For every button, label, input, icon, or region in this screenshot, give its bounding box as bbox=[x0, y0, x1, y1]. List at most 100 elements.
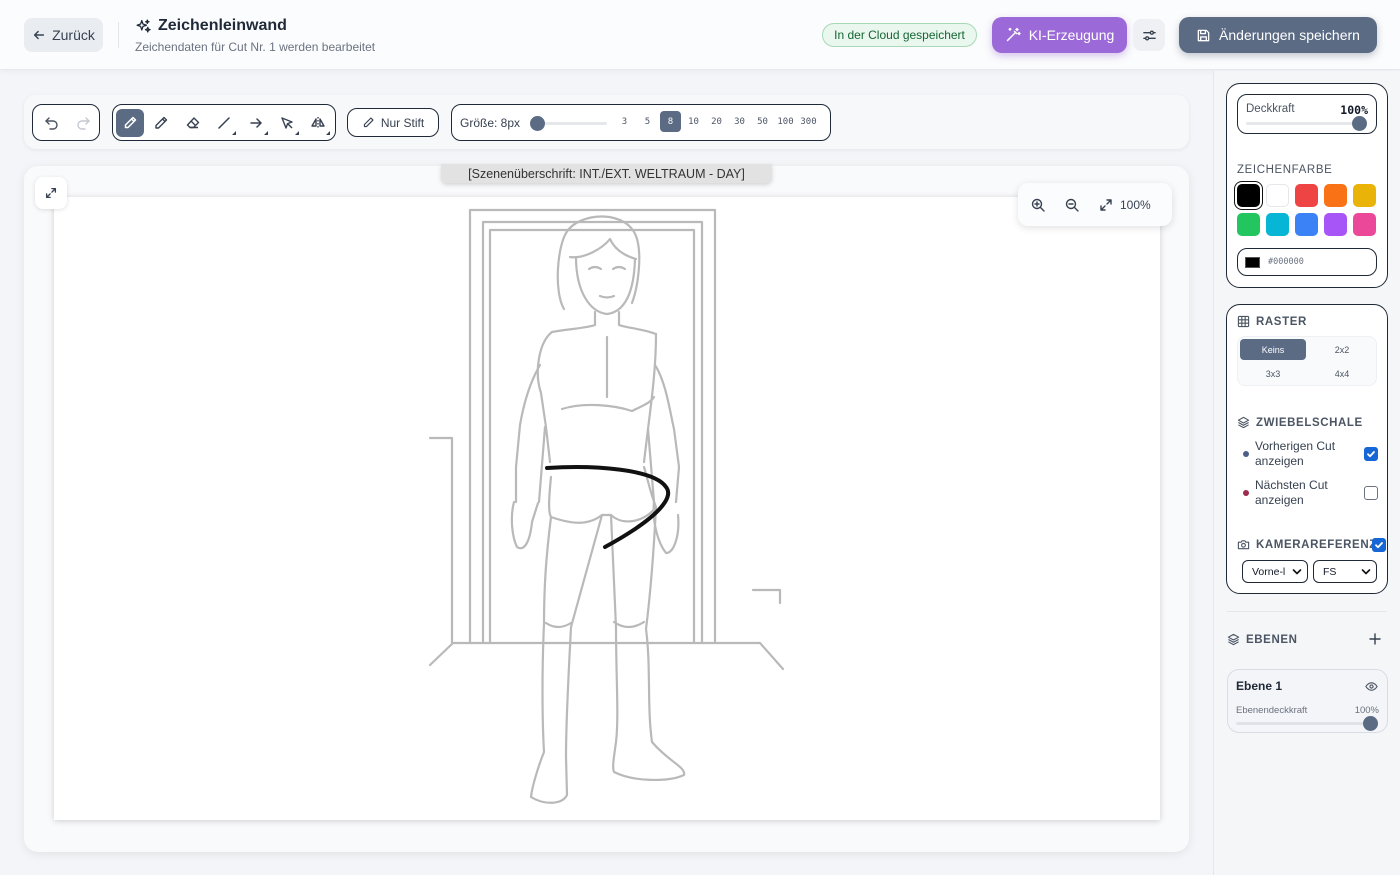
size-preset-8[interactable]: 8 bbox=[660, 111, 681, 132]
brush-size-slider-thumb[interactable] bbox=[530, 116, 545, 131]
opacity-slider[interactable] bbox=[1246, 122, 1366, 125]
size-preset-300[interactable]: 300 bbox=[798, 111, 819, 132]
camera-reference-checkbox[interactable] bbox=[1372, 538, 1386, 552]
color-swatch[interactable] bbox=[1295, 184, 1318, 207]
layer-opacity-slider[interactable] bbox=[1236, 722, 1376, 725]
pen-only-toggle[interactable]: Nur Stift bbox=[347, 108, 439, 137]
size-preset-20[interactable]: 20 bbox=[706, 111, 727, 132]
onion-next-row: Nächsten Cut anzeigen bbox=[1243, 478, 1381, 510]
select-tool-more-icon bbox=[294, 130, 299, 135]
size-preset-30[interactable]: 30 bbox=[729, 111, 750, 132]
zoom-reset-button[interactable]: 100% bbox=[1098, 197, 1151, 213]
color-section-title: ZEICHENFARBE bbox=[1237, 164, 1333, 176]
size-preset-50[interactable]: 50 bbox=[752, 111, 773, 132]
grid-option-none[interactable]: Keins bbox=[1240, 339, 1306, 360]
eye-icon[interactable] bbox=[1365, 680, 1378, 693]
save-changes-button[interactable]: Änderungen speichern bbox=[1179, 17, 1377, 53]
grid-section-label: RASTER bbox=[1256, 315, 1307, 328]
camera-angle-select[interactable]: Vorne-l bbox=[1242, 560, 1308, 583]
pen-only-label: Nur Stift bbox=[380, 115, 425, 130]
grid-option-4x4[interactable]: 4x4 bbox=[1309, 363, 1375, 384]
page-subtitle: Zeichendaten für Cut Nr. 1 werden bearbe… bbox=[135, 40, 376, 54]
size-preset-5[interactable]: 5 bbox=[637, 111, 658, 132]
grid-section-title: RASTER bbox=[1237, 315, 1307, 328]
scene-heading-label: [Szenenüberschrift: INT./EXT. WELTRAUM -… bbox=[441, 164, 772, 183]
color-swatch[interactable] bbox=[1266, 213, 1289, 236]
mirror-tool-button[interactable] bbox=[304, 109, 332, 137]
arrow-left-icon bbox=[34, 30, 45, 40]
arrow-right-icon bbox=[249, 117, 262, 128]
size-preset-100[interactable]: 100 bbox=[775, 111, 796, 132]
color-swatch[interactable] bbox=[1324, 184, 1347, 207]
layer-opacity-slider-thumb[interactable] bbox=[1363, 716, 1378, 731]
figure-left-arm-inner bbox=[537, 425, 547, 504]
color-swatch[interactable] bbox=[1266, 184, 1289, 207]
layers-icon bbox=[1227, 633, 1240, 646]
line-icon bbox=[218, 116, 230, 129]
figure-face bbox=[574, 255, 637, 316]
ai-generate-button[interactable]: KI-Erzeugung bbox=[992, 17, 1127, 53]
page-title: Zeichenleinwand bbox=[158, 17, 287, 34]
wall-line-right bbox=[751, 588, 782, 605]
chevron-down-icon bbox=[1292, 569, 1302, 575]
figure-neck bbox=[550, 310, 658, 336]
cursor-icon bbox=[281, 116, 293, 129]
opacity-slider-thumb[interactable] bbox=[1352, 116, 1367, 131]
onion-prev-color-dot bbox=[1243, 451, 1249, 457]
arrow-tool-more-icon bbox=[263, 130, 268, 135]
drawing-canvas[interactable] bbox=[54, 197, 1160, 820]
grid-options: Keins 2x2 3x3 4x4 bbox=[1237, 336, 1377, 386]
zoom-in-icon[interactable] bbox=[1030, 197, 1046, 213]
color-swatch[interactable] bbox=[1324, 213, 1347, 236]
door-panel bbox=[488, 228, 696, 645]
hex-color-input[interactable]: #000000 bbox=[1237, 248, 1377, 276]
brush-size-label: Größe: 8px bbox=[460, 116, 521, 130]
pen-icon bbox=[363, 117, 374, 128]
settings-button[interactable] bbox=[1133, 19, 1165, 51]
figure-bangs bbox=[568, 237, 638, 261]
onion-prev-label: Vorherigen Cut anzeigen bbox=[1255, 439, 1336, 468]
camera-shot-select[interactable]: FS bbox=[1313, 560, 1377, 583]
checkmark-icon bbox=[1367, 451, 1375, 458]
chevron-down-icon bbox=[1361, 569, 1371, 575]
line-tool-button[interactable] bbox=[210, 109, 238, 137]
undo-button[interactable] bbox=[38, 109, 66, 137]
color-swatch[interactable] bbox=[1353, 184, 1376, 207]
pencil-tool-button[interactable] bbox=[147, 109, 175, 137]
app-header: Zurück Zeichenleinwand Zeichendaten für … bbox=[0, 0, 1400, 70]
zoom-out-icon[interactable] bbox=[1064, 197, 1080, 213]
size-preset-10[interactable]: 10 bbox=[683, 111, 704, 132]
eraser-icon bbox=[186, 116, 199, 128]
redo-button[interactable] bbox=[69, 109, 97, 137]
size-preset-3[interactable]: 3 bbox=[614, 111, 635, 132]
figure-chest-line bbox=[560, 395, 656, 413]
layer-item[interactable]: Ebene 1 Ebenendeckkraft 100% bbox=[1227, 669, 1388, 733]
color-swatch[interactable] bbox=[1237, 184, 1260, 207]
tool-group bbox=[112, 104, 336, 141]
onion-prev-checkbox[interactable] bbox=[1364, 447, 1378, 461]
onion-next-checkbox[interactable] bbox=[1364, 486, 1378, 500]
color-swatch[interactable] bbox=[1295, 213, 1318, 236]
onion-prev-row: Vorherigen Cut anzeigen bbox=[1243, 439, 1381, 471]
select-tool-button[interactable] bbox=[273, 109, 301, 137]
color-swatch[interactable] bbox=[1237, 213, 1260, 236]
sliders-icon bbox=[1142, 30, 1156, 40]
layer-opacity-value: 100% bbox=[1354, 705, 1379, 716]
grid-option-2x2[interactable]: 2x2 bbox=[1309, 339, 1375, 360]
figure-left-hand bbox=[510, 500, 540, 550]
opacity-label: Deckkraft bbox=[1246, 103, 1295, 115]
doorframe-outline bbox=[468, 208, 717, 645]
brush-opacity-control: Deckkraft 100% bbox=[1237, 94, 1377, 134]
brush-size-presets: 3 5 8 10 20 30 50 100 300 bbox=[614, 111, 819, 132]
floor-line bbox=[428, 641, 785, 671]
arrow-tool-button[interactable] bbox=[242, 109, 270, 137]
add-layer-button[interactable] bbox=[1366, 630, 1384, 648]
eraser-tool-button[interactable] bbox=[179, 109, 207, 137]
drawing-toolbar: Nur Stift Größe: 8px 3 5 8 10 20 30 50 100 300 bbox=[24, 95, 1189, 149]
onion-skin-section-title: ZWIEBELSCHALE bbox=[1237, 416, 1363, 429]
back-button[interactable]: Zurück bbox=[24, 18, 103, 52]
color-swatch[interactable] bbox=[1353, 213, 1376, 236]
grid-option-3x3[interactable]: 3x3 bbox=[1240, 363, 1306, 384]
fullscreen-button[interactable] bbox=[35, 177, 67, 209]
brush-tool-button[interactable] bbox=[116, 108, 144, 137]
